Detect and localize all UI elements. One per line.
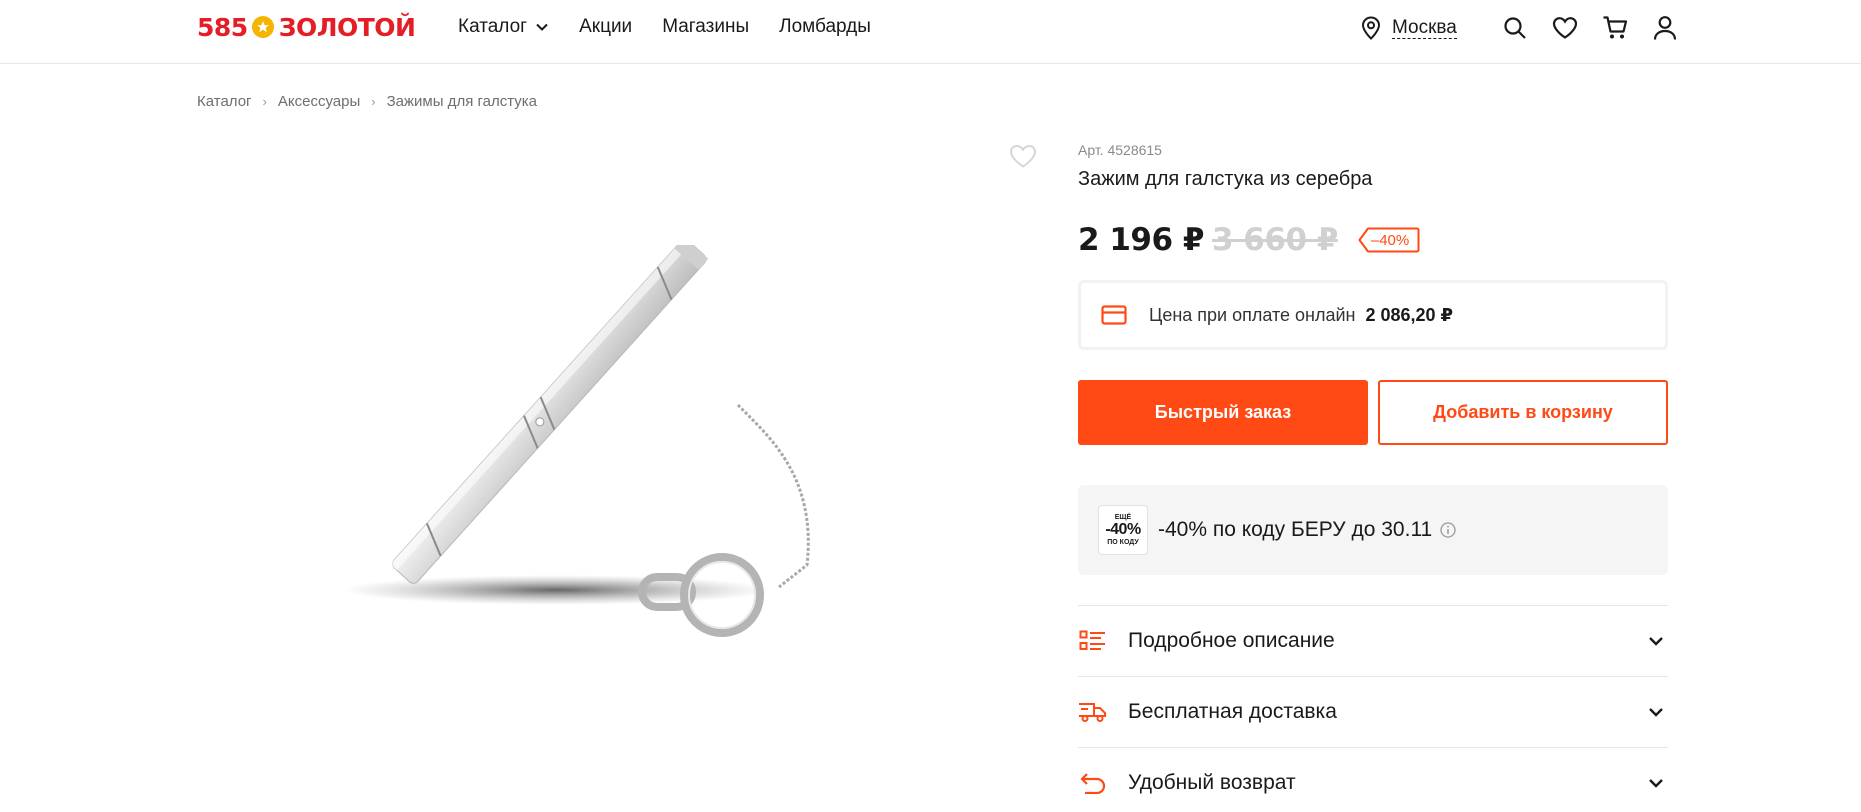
accordion-description[interactable]: Подробное описание	[1078, 605, 1668, 676]
main-nav: Каталог Акции Магазины Ломбарды	[458, 16, 901, 38]
accordion-return[interactable]: Удобный возврат	[1078, 747, 1668, 812]
info-icon[interactable]	[1440, 522, 1456, 538]
add-to-cart-button[interactable]: Добавить в корзину	[1378, 380, 1668, 445]
nav-catalog[interactable]: Каталог	[458, 16, 549, 38]
cart-icon[interactable]	[1601, 14, 1629, 42]
accordion-label: Подробное описание	[1128, 629, 1335, 652]
nav-pawnshops-label: Ломбарды	[779, 16, 871, 37]
heart-icon[interactable]	[1551, 14, 1579, 42]
promo-badge-top: ЕЩЁ	[1114, 514, 1132, 521]
nav-stores[interactable]: Магазины	[662, 16, 749, 38]
city-name: Москва	[1392, 16, 1457, 39]
breadcrumb-item[interactable]: Зажимы для галстука	[387, 93, 537, 110]
online-payment-price: Цена при оплате онлайн 2 086,20 ₽	[1078, 280, 1668, 350]
discount-value: –40%	[1370, 231, 1410, 249]
location-pin-icon	[1361, 16, 1381, 40]
add-to-favorites-icon[interactable]	[1008, 143, 1038, 169]
delivery-truck-icon	[1078, 697, 1108, 727]
action-buttons: Быстрый заказ Добавить в корзину	[1078, 380, 1668, 445]
user-icon[interactable]	[1651, 14, 1679, 42]
promo-badge-bottom: ПО КОДУ	[1107, 539, 1139, 546]
chevron-down-icon	[1649, 779, 1663, 788]
online-price-value: 2 086,20 ₽	[1365, 304, 1454, 325]
chevron-down-icon	[1649, 637, 1663, 646]
promo-badge-main: -40%	[1105, 521, 1141, 538]
promo-code-banner: ЕЩЁ -40% ПО КОДУ -40% по коду БЕРУ до 30…	[1078, 485, 1668, 575]
promo-text: -40% по коду БЕРУ до 30.11	[1158, 518, 1433, 541]
product-image	[342, 245, 810, 637]
logo-word: ЗОЛОТОЙ	[278, 12, 416, 42]
product-article: Арт. 4528615	[1078, 142, 1162, 158]
chevron-down-icon	[536, 23, 548, 31]
accordion-delivery[interactable]: Бесплатная доставка	[1078, 676, 1668, 747]
current-price: 2 196 ₽	[1078, 222, 1204, 258]
nav-promotions-label: Акции	[579, 16, 633, 37]
city-selector[interactable]: Москва	[1360, 16, 1457, 40]
logo-number: 585	[197, 12, 248, 42]
product-details: Арт. 4528615 Зажим для галстука из сереб…	[1078, 142, 1668, 812]
chevron-down-icon	[1649, 708, 1663, 717]
price-row: 2 196 ₽ 3 660 ₽ –40%	[1078, 220, 1668, 260]
product-accordion: Подробное описание Бесплатная доставка У…	[1078, 605, 1668, 812]
breadcrumb-item[interactable]: Аксессуары	[278, 93, 360, 110]
logo-star-icon	[251, 16, 274, 38]
nav-stores-label: Магазины	[662, 16, 750, 37]
site-header: 585 ЗОЛОТОЙ Каталог Акции Магазины Ломба…	[0, 0, 1861, 64]
product-gallery[interactable]	[197, 135, 1057, 812]
header-actions: Москва	[1360, 12, 1679, 44]
chevron-right-icon: ›	[371, 94, 376, 109]
site-logo[interactable]: 585 ЗОЛОТОЙ	[197, 11, 416, 43]
old-price: 3 660 ₽	[1211, 222, 1338, 258]
discount-badge: –40%	[1358, 227, 1420, 253]
search-icon[interactable]	[1501, 14, 1529, 42]
accordion-label: Удобный возврат	[1128, 771, 1296, 794]
breadcrumb: Каталог › Аксессуары › Зажимы для галсту…	[197, 93, 537, 110]
list-icon	[1078, 626, 1108, 656]
breadcrumb-item[interactable]: Каталог	[197, 93, 252, 110]
return-arrow-icon	[1078, 768, 1108, 798]
product-title: Зажим для галстука из серебра	[1078, 168, 1373, 190]
promo-badge: ЕЩЁ -40% ПО КОДУ	[1098, 505, 1148, 555]
chevron-right-icon: ›	[262, 94, 267, 109]
credit-card-icon	[1101, 305, 1127, 325]
quick-order-button[interactable]: Быстрый заказ	[1078, 380, 1368, 445]
accordion-label: Бесплатная доставка	[1128, 700, 1337, 723]
nav-promotions[interactable]: Акции	[579, 16, 632, 38]
nav-catalog-label: Каталог	[458, 16, 528, 37]
online-price-label: Цена при оплате онлайн	[1149, 304, 1356, 325]
nav-pawnshops[interactable]: Ломбарды	[779, 16, 871, 38]
